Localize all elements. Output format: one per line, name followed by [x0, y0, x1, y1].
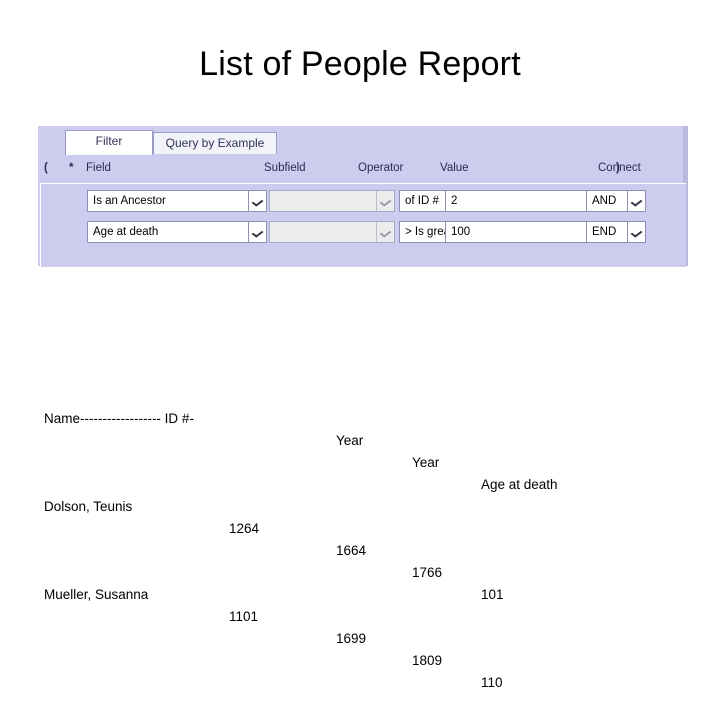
- report-cell-year-birth: 1664: [336, 543, 367, 558]
- tab-query-by-example[interactable]: Query by Example: [153, 132, 277, 154]
- filter-row: Age at death > Is grea 100 END: [41, 221, 686, 247]
- report-output: Name------------------ ID #- Year Year A…: [44, 320, 558, 690]
- chevron-down-icon[interactable]: [627, 191, 645, 211]
- report-cell-year-death: 1809: [412, 653, 443, 668]
- column-header-operator: Operator: [358, 162, 404, 174]
- filter-row: Is an Ancestor of ID # 2 👓 AND: [41, 190, 686, 216]
- report-cell-id: 1101: [229, 609, 259, 624]
- tab-filter[interactable]: Filter: [65, 130, 153, 155]
- report-header-year-birth: Year: [336, 433, 364, 448]
- subfield-dropdown-row-1-value: [270, 191, 376, 211]
- chevron-down-icon[interactable]: [248, 222, 266, 242]
- report-cell-name: Mueller, Susanna: [44, 587, 149, 602]
- column-header-value: Value: [440, 162, 469, 174]
- connect-dropdown-row-1-value: AND: [592, 195, 617, 207]
- column-header-open-paren: (: [44, 162, 48, 174]
- column-header-subfield: Subfield: [264, 162, 306, 174]
- report-cell-age: 101: [481, 587, 504, 602]
- table-row: Mueller, Susanna 1101 1699 1809 110: [44, 562, 503, 690]
- report-cell-id: 1264: [229, 521, 260, 536]
- chevron-down-icon[interactable]: [376, 222, 394, 242]
- column-header-field: Field: [86, 162, 111, 174]
- chevron-down-icon[interactable]: [248, 191, 266, 211]
- subfield-dropdown-row-2[interactable]: [269, 221, 395, 243]
- filter-panel: Filter Query by Example ( * Field Subfie…: [38, 126, 688, 267]
- report-header-age-at-death: Age at death: [481, 477, 558, 492]
- value-input-row-1-value: 2: [451, 195, 458, 207]
- report-cell-year-death: 1766: [412, 565, 443, 580]
- connect-dropdown-row-2-value: END: [592, 226, 617, 238]
- chevron-down-icon[interactable]: [627, 222, 645, 242]
- field-dropdown-row-2[interactable]: Age at death: [87, 221, 267, 243]
- chevron-down-icon[interactable]: [376, 191, 394, 211]
- value-input-row-2-value: 100: [451, 226, 471, 238]
- field-dropdown-row-2-value: Age at death: [93, 226, 159, 238]
- report-header-name: Name------------------ ID #-: [44, 411, 194, 426]
- report-cell-name: Dolson, Teunis: [44, 499, 133, 514]
- column-header-star: *: [69, 162, 74, 174]
- field-dropdown-row-1-value: Is an Ancestor: [93, 195, 166, 207]
- report-cell-year-birth: 1699: [336, 631, 367, 646]
- filter-tab-strip: Filter Query by Example: [38, 126, 685, 155]
- subfield-dropdown-row-1[interactable]: [269, 190, 395, 212]
- filter-grid-body: Is an Ancestor of ID # 2 👓 AND: [40, 183, 686, 267]
- filter-column-headers: ( * Field Subfield Operator Value ) Conn…: [38, 154, 685, 184]
- table-row: Dolson, Teunis 1264 1664 1766 101: [44, 474, 504, 602]
- report-header-row: Name------------------ ID #- Year Year A…: [44, 386, 558, 492]
- connect-dropdown-row-1[interactable]: AND: [586, 190, 646, 212]
- column-header-connect: Connect: [598, 162, 641, 174]
- subfield-dropdown-row-2-value: [270, 222, 376, 242]
- connect-dropdown-row-2[interactable]: END: [586, 221, 646, 243]
- report-header-year-death: Year: [412, 455, 440, 470]
- page-title: List of People Report: [199, 45, 521, 83]
- report-cell-age: 110: [481, 675, 503, 690]
- field-dropdown-row-1[interactable]: Is an Ancestor: [87, 190, 267, 212]
